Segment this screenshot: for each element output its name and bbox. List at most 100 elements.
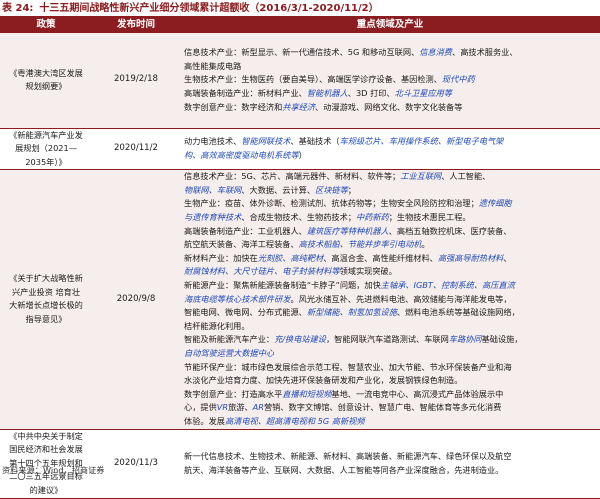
header-policy: 政策: [0, 16, 92, 33]
content-text: 生物产业：疫苗、体外诊断、检测试剂、抗体药物等；生物安全风险防控和治理；: [184, 198, 479, 209]
content-text: 。风光水储互补、先进燃料电池、高效储能与海洋能发电等，: [290, 293, 512, 304]
highlighted-text: 区块链等: [315, 184, 348, 195]
content-text: 新能源产业：聚焦新能源装备制造“卡脖子”问题，加快: [184, 280, 381, 291]
content-line: 信息技术产业：新型显示、新一代通信技术、5G 和移动互联网、信息消费、高技术服务…: [184, 46, 598, 60]
content-cell: 信息技术产业：新型显示、新一代通信技术、5G 和移动互联网、信息消费、高技术服务…: [180, 33, 600, 128]
date-cell: 2020/11/3: [92, 429, 180, 499]
table-row: 《新能源汽车产业发展规划（2021—2035年）》 2020/11/2 动力电池技术…: [0, 128, 600, 170]
content-line: 生物产业：疫苗、体外诊断、检测试剂、抗体药物等；生物安全风险防控和治理；遗传细胞: [184, 197, 598, 211]
table-title-text: 十三五期间战略性新兴产业细分领域累计超额收（2016/3/1-2020/11/2…: [39, 3, 379, 14]
highlighted-text: 构、高效高密度驱动电机系统等: [184, 149, 299, 160]
table-row: 《粤港澳大湾区发展规划纲要》 2019/2/18 信息技术产业：新型显示、新一代通信…: [0, 33, 600, 128]
highlighted-text: 耐腐蚀材料、大尺寸硅片、电子封装材料等: [184, 266, 340, 277]
content-line: 生物技术产业：生物医药（要自美导）、高端医学诊疗设备、基因检测、现代中药: [184, 73, 598, 87]
content-line: 信息技术产业：5G、芯片、高端元器件、新材料、软件等；工业互联网、人工智能、: [184, 170, 598, 184]
content-text: 智能及新能源汽车产业：: [184, 334, 275, 345]
highlighted-text: 车路协同: [448, 334, 482, 345]
content-line: 构、高效高密度驱动电机系统等）: [184, 149, 598, 163]
highlighted-text: 信息消费: [419, 47, 452, 58]
content-text: 、人工智能、: [441, 171, 491, 182]
highlighted-text: 主轴承、IGBT、控制系统、高压直流: [380, 280, 515, 291]
content-text: 、高温合金、高性能纤维材料、: [323, 252, 438, 263]
content-line: 体验。发展高清电视、超高清电视和 5G 高新视频: [184, 415, 598, 429]
content-text: ，智能网联汽车道路测试、车联网: [325, 334, 449, 345]
highlighted-text: 高技术船舶、节能并步率引电动机: [298, 239, 422, 250]
date-cell: 2020/11/2: [92, 128, 180, 170]
content-cell: 新一代信息技术、生物技术、新能源、新材料、高端装备、新能源汽车、绿色环保以及航空…: [180, 429, 600, 499]
content-text: 、: [503, 252, 512, 263]
table-title: 表 24: 十三五期间战略性新兴产业细分领域累计超额收（2016/3/1-2020…: [2, 1, 598, 16]
content-line: 新一代信息技术、生物技术、新能源、新材料、高端装备、新能源汽车、绿色环保以及航空: [184, 450, 598, 464]
content-line: 高端装备制造产业：新材料产业、智能机器人、3D 打印、北斗卫星应用等: [184, 87, 598, 101]
highlighted-text: 充/换电站建设: [274, 334, 326, 345]
highlighted-text: AR: [252, 402, 264, 413]
content-text: 智能电网、微电网、分布式能源、: [184, 307, 307, 318]
highlighted-text: 智能网联技术: [241, 136, 291, 147]
highlighted-text: VR: [216, 402, 229, 413]
content-text: 航天、海洋装备等产业、互联网、大数据、人工智能等同各产业深度融合，先进制造业。: [184, 464, 504, 475]
highlighted-text: 建筑医疗等特种机器人: [306, 225, 389, 236]
content-text: 节能环保产业：城市绿色发展综合示范工程、智慧农业、加大节能、节水环保装备产业和海: [184, 361, 512, 372]
highlighted-text: 遗传细胞: [478, 198, 512, 209]
content-text: 、3D 打印、: [347, 88, 395, 99]
policy-cell: 《新能源汽车产业发展规划（2021—2035年）》: [0, 128, 92, 170]
content-text: 动力电池技术、: [184, 136, 242, 147]
highlighted-text: 现代中药: [441, 74, 475, 85]
content-text: 体验。发展: [184, 415, 225, 426]
content-text: 旅游、: [228, 402, 253, 413]
highlighted-text: 海底电缆等核心技术部件研发: [184, 293, 291, 304]
content-line: 水淡化产业培育力度、加快先进环保装备研发和产业化，发展钢铁绿色制造。: [184, 374, 598, 388]
content-line: 航天、海洋装备等产业、互联网、大数据、人工智能等同各产业深度融合，先进制造业。: [184, 464, 598, 478]
content-text: 心，提供: [184, 402, 217, 413]
content-line: 耐腐蚀材料、大尺寸硅片、电子封装材料等领域实现突破。: [184, 265, 598, 279]
content-text: 桔杆能源化利用。: [184, 320, 250, 331]
content-text: 生物技术产业：生物医药（要自美导）、高端医学诊疗设备、基因检测、: [184, 74, 442, 85]
content-text: ；: [347, 184, 356, 195]
content-line: 桔杆能源化利用。: [184, 320, 598, 334]
content-text: 、动漫游戏、网络文化、数字文化装备等: [315, 101, 463, 112]
content-text: 、高技术服务业、: [452, 47, 518, 58]
content-text: 航空航天装备、海洋工程装备、: [184, 239, 299, 250]
content-line: 物联网、车联网、大数据、云计算、区块链等；: [184, 184, 598, 198]
highlighted-text: 光刻胶、高纯靶材: [257, 252, 324, 263]
content-text: 领域实现突破。: [339, 266, 397, 277]
content-text: 新一代信息技术、生物技术、新能源、新材料、高端装备、新能源汽车、绿色环保以及航空: [184, 450, 512, 461]
highlighted-text: 自动驾驶运营大数据中心: [184, 348, 275, 358]
table-number: 表 24:: [2, 3, 34, 14]
content-text: 营销、数字文博馆、创意设计、智慧广电、智能体育等多元化消费: [263, 402, 502, 413]
content-text: 数字创意产业：数字经济和: [184, 101, 283, 112]
highlighted-text: 共享经济: [282, 101, 316, 112]
content-cell: 动力电池技术、智能网联技术、基础技术（车规级芯片、车用操作系统、新型电子电气架构…: [180, 128, 600, 170]
content-line: 航空航天装备、海洋工程装备、高技术船舶、节能并步率引电动机。: [184, 238, 598, 252]
content-text: ）: [298, 149, 307, 160]
content-line: 新材料产业：加快在光刻胶、高纯靶材、高温合金、高性能纤维材料、高强高导耐热材料、: [184, 252, 598, 266]
content-text: 新材料产业：加快在: [184, 252, 258, 263]
content-text: 信息技术产业：新型显示、新一代通信技术、5G 和移动互联网、: [184, 47, 420, 58]
highlighted-text: 物联网、车联网: [184, 184, 242, 195]
source-note: 资料来源：Wind，招商证券: [2, 465, 105, 475]
highlighted-text: 高强高导耐热材料: [437, 252, 504, 263]
content-text: 、燃料电池系统等基础设施网络，: [396, 307, 520, 318]
highlighted-text: 车规级芯片、车用操作系统、新型电子电气架: [339, 136, 504, 147]
content-line: 数字创意产业：数字经济和共享经济、动漫游戏、网络文化、数字文化装备等: [184, 101, 598, 115]
content-line: 高端装备制造产业：工业机器人、建筑医疗等特种机器人、高档五轴数控机床、医疗装备、: [184, 225, 598, 239]
content-line: 新能源产业：聚焦新能源装备制造“卡脖子”问题，加快主轴承、IGBT、控制系统、高…: [184, 279, 598, 293]
policy-cell: 《粤港澳大湾区发展规划纲要》: [0, 33, 92, 128]
highlighted-text: 中药新药: [355, 212, 389, 223]
date-cell: 2019/2/18: [92, 33, 180, 128]
content-cell: 信息技术产业：5G、芯片、高端元器件、新材料、软件等；工业互联网、人工智能、 物联…: [180, 169, 600, 430]
header-content: 重点领域及产业: [180, 16, 600, 33]
content-text: ；生物技术惠民工程。: [388, 212, 471, 223]
content-text: 、合成生物技术、生物药技术；: [241, 212, 356, 223]
highlighted-text: 新型储能、制氢加氢设施: [306, 307, 397, 318]
content-text: 、大数据、云计算、: [241, 184, 316, 195]
content-text: 基础设施，: [481, 334, 523, 345]
highlighted-text: 智能机器人: [306, 88, 348, 99]
header-date: 发布时间: [92, 16, 180, 33]
content-line: 自动驾驶运营大数据中心: [184, 347, 598, 361]
table-header-row: 政策 发布时间 重点领域及产业: [0, 16, 600, 33]
content-text: 高性能集成电路: [184, 60, 242, 71]
content-line: 数字创意产业：打造高水平直播和短视频基地、一流电竞中心、高沉浸式产品体验展示中: [184, 388, 598, 402]
content-line: 海底电缆等核心技术部件研发。风光水储互补、先进燃料电池、高效储能与海洋能发电等，: [184, 293, 598, 307]
content-text: 、基础技术（: [290, 136, 340, 147]
